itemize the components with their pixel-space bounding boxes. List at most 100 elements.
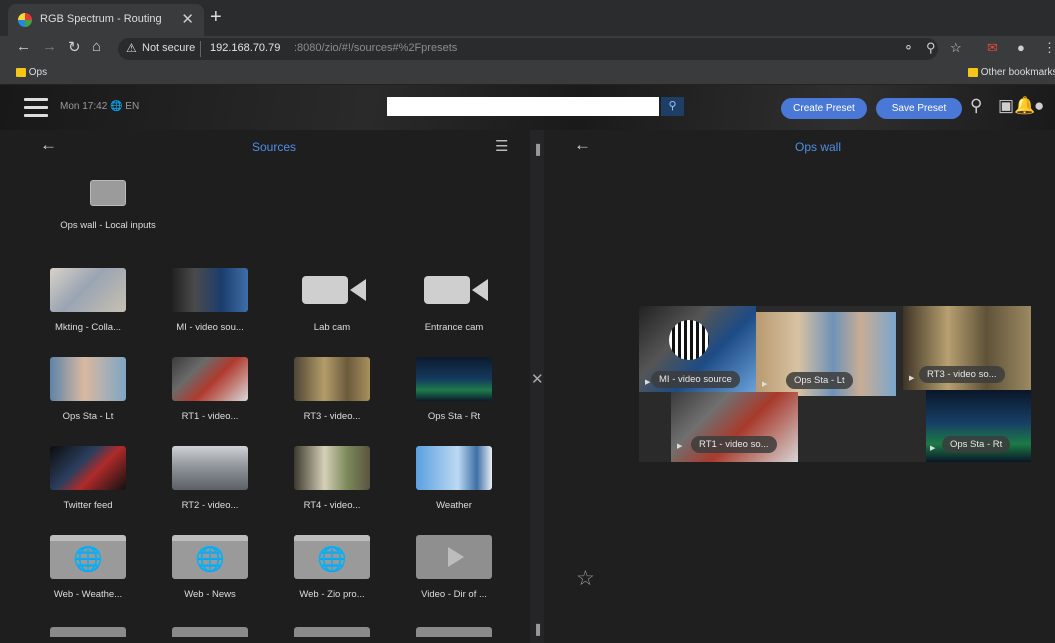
preview-search-icon[interactable]: ⚲ [970, 96, 982, 116]
source-thumbnail [294, 357, 370, 401]
hamburger-menu-icon[interactable] [24, 98, 48, 122]
gmail-extension-icon[interactable]: ✉ [987, 40, 998, 56]
create-preset-button[interactable]: Create Preset [781, 98, 867, 119]
sources-title: Sources [252, 140, 297, 154]
source-tile[interactable]: RT3 - video... [272, 357, 392, 422]
source-label: RT1 - video... [181, 411, 239, 422]
back-arrow-icon[interactable]: ← [16, 38, 31, 55]
address-bar[interactable]: ⚠ Not secure 192.168.70.79 :8080/zio/#!/… [118, 38, 938, 60]
source-thumbnail [416, 357, 492, 401]
folder-icon [968, 67, 978, 77]
source-thumbnail: 🌐 [294, 535, 370, 579]
user-avatar-icon[interactable]: ● [1034, 96, 1044, 116]
reload-icon[interactable]: ↻ [68, 38, 81, 56]
save-preset-button[interactable]: Save Preset [876, 98, 962, 119]
play-icon[interactable]: ▶ [677, 442, 682, 450]
local-inputs-icon [90, 180, 126, 206]
globe-icon: 🌐 [73, 546, 103, 573]
browser-tab[interactable]: RGB Spectrum - Routing ✕ [8, 4, 204, 36]
wall-window[interactable]: ▶ Ops Sta - Lt [756, 312, 896, 396]
source-tile[interactable]: Entrance cam [394, 268, 514, 333]
play-icon[interactable]: ▶ [909, 374, 914, 382]
source-label: Entrance cam [424, 322, 484, 333]
source-label: MI - video sou... [176, 322, 244, 333]
source-thumbnail [50, 268, 126, 312]
source-label: Ops Sta - Rt [427, 411, 481, 422]
profile-avatar-icon[interactable]: ● [1017, 40, 1025, 55]
monitor-icon[interactable]: ▣ [998, 96, 1014, 116]
favicon-icon [18, 13, 32, 27]
source-tile[interactable]: Mkting - Colla... [28, 268, 148, 333]
source-thumbnail-partial[interactable] [294, 627, 370, 637]
wall-window-label: Ops Sta - Lt [786, 372, 853, 389]
play-icon[interactable]: ▶ [645, 378, 650, 386]
source-tile[interactable]: 🌐 Web - Weathe... [28, 535, 148, 600]
new-tab-button[interactable]: + [210, 7, 222, 27]
play-icon[interactable]: ▶ [930, 444, 935, 452]
wall-window[interactable]: ▶ RT1 - video so... [671, 392, 798, 462]
source-tile[interactable]: Video - Dir of ... [394, 535, 514, 600]
source-thumbnail [172, 446, 248, 490]
url-path: :8080/zio/#!/sources#%2Fpresets [294, 42, 458, 54]
security-label: Not secure [142, 42, 196, 54]
bookmarks-bar [0, 62, 1055, 85]
bookmark-star-icon[interactable]: ☆ [950, 40, 962, 56]
bookmark-other[interactable]: Other bookmarks [968, 67, 1055, 78]
source-label: Web - Weathe... [53, 589, 123, 600]
local-inputs-label: Ops wall - Local inputs [60, 220, 156, 231]
forward-arrow-icon[interactable]: → [42, 38, 57, 55]
search-input[interactable] [387, 97, 659, 116]
source-tile[interactable]: Ops Sta - Lt [28, 357, 148, 422]
warning-icon: ⚠ [126, 41, 137, 55]
bookmark-ops[interactable]: Ops [16, 67, 47, 78]
source-tile[interactable]: MI - video sou... [150, 268, 270, 333]
source-tile[interactable]: 🌐 Web - Zio pro... [272, 535, 392, 600]
wall-window[interactable]: ▶ Ops Sta - Rt [926, 390, 1031, 462]
globe-icon[interactable]: 🌐 [110, 101, 122, 112]
clock-time: Mon 17:42 [60, 101, 108, 112]
source-label: RT2 - video... [181, 500, 239, 511]
close-icon[interactable]: ✕ [531, 370, 544, 388]
tab-close-icon[interactable]: ✕ [181, 10, 194, 28]
source-tile[interactable]: Lab cam [272, 268, 392, 333]
sources-back-arrow-icon[interactable]: ← [40, 135, 57, 155]
home-icon[interactable]: ⌂ [92, 38, 101, 55]
clock-locale: Mon 17:42 🌐 EN [60, 101, 139, 112]
url-host: 192.168.70.79 [210, 42, 281, 54]
local-inputs-group[interactable]: Ops wall - Local inputs [48, 180, 168, 231]
wall-back-arrow-icon[interactable]: ← [574, 135, 591, 155]
source-thumbnail [172, 357, 248, 401]
test-pattern-image [669, 320, 709, 360]
source-thumbnail [50, 446, 126, 490]
source-tile[interactable]: Ops Sta - Rt [394, 357, 514, 422]
menu-kebab-icon[interactable]: ⋮ [1043, 40, 1055, 56]
zoom-icon[interactable]: ⚲ [926, 40, 936, 56]
locale-label[interactable]: EN [125, 101, 139, 112]
source-tile[interactable]: RT1 - video... [150, 357, 270, 422]
source-label: Web - Zio pro... [299, 589, 365, 600]
source-thumbnail [294, 446, 370, 490]
search-icon[interactable]: ⚲ [661, 97, 684, 116]
wall-window[interactable]: ▶ MI - video source [639, 306, 756, 392]
key-icon[interactable]: ⚬ [903, 40, 914, 56]
source-tile[interactable]: RT2 - video... [150, 446, 270, 511]
favorite-star-icon[interactable]: ☆ [576, 566, 595, 591]
bookmark-other-label: Other bookmarks [980, 67, 1055, 78]
source-tile[interactable]: Twitter feed [28, 446, 148, 511]
address-separator [200, 41, 201, 57]
source-tile[interactable]: 🌐 Web - News [150, 535, 270, 600]
source-thumbnail-partial[interactable] [50, 627, 126, 637]
source-tile[interactable]: Weather [394, 446, 514, 511]
wall-window[interactable]: ▶ RT3 - video so... [903, 306, 1031, 390]
source-tile[interactable]: RT4 - video... [272, 446, 392, 511]
source-label: Mkting - Colla... [55, 322, 121, 333]
play-icon[interactable]: ▶ [762, 380, 767, 388]
bell-icon[interactable]: 🔔 [1014, 96, 1035, 116]
source-thumbnail-partial[interactable] [416, 627, 492, 637]
list-view-icon[interactable]: ☰ [495, 137, 508, 155]
source-label: Weather [436, 500, 472, 511]
camera-icon [294, 268, 370, 312]
source-label: RT4 - video... [303, 500, 361, 511]
source-label: Twitter feed [63, 500, 113, 511]
source-thumbnail-partial[interactable] [172, 627, 248, 637]
